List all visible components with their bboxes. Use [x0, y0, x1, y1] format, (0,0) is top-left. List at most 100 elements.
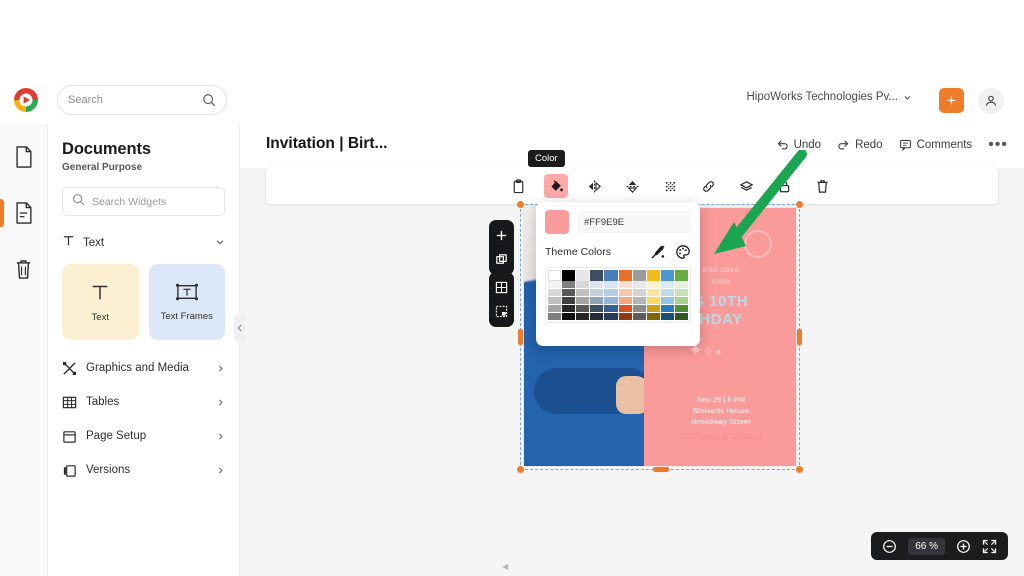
color-swatch[interactable]: [674, 305, 688, 312]
comments-button[interactable]: Comments: [899, 138, 972, 151]
resize-handle-bottom-right[interactable]: [796, 466, 803, 473]
color-swatch[interactable]: [548, 270, 562, 281]
color-swatch[interactable]: [604, 313, 618, 320]
brand-logo-icon[interactable]: [12, 86, 40, 114]
color-swatch[interactable]: [632, 289, 646, 296]
color-swatch[interactable]: [590, 297, 604, 304]
color-swatch[interactable]: [660, 270, 674, 281]
collapse-panel-icon[interactable]: [234, 314, 245, 342]
fill-color-icon[interactable]: [544, 174, 568, 198]
color-swatch[interactable]: [632, 297, 646, 304]
current-color-swatch[interactable]: [545, 210, 569, 234]
global-search-input[interactable]: Search: [57, 85, 227, 115]
color-swatch[interactable]: [548, 289, 562, 296]
horizontal-scrollbar[interactable]: ◀ ▶: [502, 562, 1024, 571]
zoom-out-icon[interactable]: [882, 539, 897, 554]
color-swatch[interactable]: [590, 289, 604, 296]
org-selector[interactable]: HipoWorks Technologies Pv...: [747, 91, 913, 103]
color-swatch[interactable]: [590, 305, 604, 312]
zoom-level-value[interactable]: 66 %: [908, 537, 945, 555]
widget-card-text[interactable]: Text: [62, 264, 139, 340]
widget-card-text-frames[interactable]: Text Frames: [148, 264, 225, 340]
color-swatch[interactable]: [548, 313, 562, 320]
color-swatch[interactable]: [590, 270, 604, 281]
color-swatch[interactable]: [660, 281, 674, 288]
delete-icon[interactable]: [810, 174, 834, 198]
resize-handle-right[interactable]: [797, 329, 802, 345]
rail-item-document-text[interactable]: [0, 196, 44, 230]
rail-item-document-blank[interactable]: [4, 140, 44, 174]
nav-item-tables[interactable]: Tables: [62, 387, 225, 417]
flip-vertical-icon[interactable]: [620, 174, 644, 198]
color-swatch[interactable]: [674, 270, 688, 281]
color-swatch[interactable]: [562, 313, 576, 320]
fit-screen-icon[interactable]: [982, 539, 997, 554]
color-swatch[interactable]: [660, 297, 674, 304]
document-title[interactable]: Invitation | Birt...: [266, 135, 387, 153]
color-swatch[interactable]: [618, 313, 632, 320]
color-swatch[interactable]: [604, 297, 618, 304]
color-swatch[interactable]: [618, 289, 632, 296]
color-swatch[interactable]: [646, 289, 660, 296]
color-swatch[interactable]: [660, 313, 674, 320]
scroll-left-icon[interactable]: ◀: [502, 562, 508, 571]
table-icon[interactable]: [494, 280, 509, 295]
color-swatch[interactable]: [604, 305, 618, 312]
color-swatch[interactable]: [632, 313, 646, 320]
select-area-icon[interactable]: [494, 304, 509, 319]
color-swatch[interactable]: [604, 270, 618, 281]
color-swatch[interactable]: [548, 281, 562, 288]
color-swatch[interactable]: [632, 281, 646, 288]
color-swatch[interactable]: [576, 270, 590, 281]
link-icon[interactable]: [696, 174, 720, 198]
color-swatch[interactable]: [576, 305, 590, 312]
color-swatch[interactable]: [576, 281, 590, 288]
color-swatch[interactable]: [562, 289, 576, 296]
rail-item-trash[interactable]: [4, 252, 44, 286]
color-swatch[interactable]: [590, 281, 604, 288]
color-swatch[interactable]: [548, 305, 562, 312]
color-swatch[interactable]: [660, 305, 674, 312]
resize-handle-bottom-left[interactable]: [517, 466, 524, 473]
color-swatch[interactable]: [660, 289, 674, 296]
search-widgets-input[interactable]: Search Widgets: [62, 187, 225, 216]
color-swatch[interactable]: [590, 313, 604, 320]
color-swatch[interactable]: [576, 289, 590, 296]
color-swatch[interactable]: [562, 297, 576, 304]
pattern-icon[interactable]: [658, 174, 682, 198]
nav-item-page-setup[interactable]: Page Setup: [62, 421, 225, 451]
clipboard-icon[interactable]: [506, 174, 530, 198]
color-swatch[interactable]: [562, 305, 576, 312]
color-swatch[interactable]: [618, 270, 632, 281]
undo-button[interactable]: Undo: [776, 138, 821, 151]
nav-item-graphics-and-media[interactable]: Graphics and Media: [62, 353, 225, 383]
lock-icon[interactable]: [772, 174, 796, 198]
color-swatch[interactable]: [674, 297, 688, 304]
layers-icon[interactable]: [734, 174, 758, 198]
color-swatch[interactable]: [674, 313, 688, 320]
zoom-in-icon[interactable]: [956, 539, 971, 554]
redo-button[interactable]: Redo: [837, 138, 883, 151]
color-swatch[interactable]: [562, 270, 576, 281]
resize-handle-left[interactable]: [518, 329, 523, 345]
color-swatch[interactable]: [646, 313, 660, 320]
color-swatch[interactable]: [562, 281, 576, 288]
flip-horizontal-icon[interactable]: [582, 174, 606, 198]
color-swatch[interactable]: [604, 289, 618, 296]
eyedropper-off-icon[interactable]: [650, 244, 666, 260]
create-new-button[interactable]: +: [939, 88, 964, 113]
color-swatch[interactable]: [646, 281, 660, 288]
color-swatch[interactable]: [632, 305, 646, 312]
more-options-icon[interactable]: •••: [988, 136, 1008, 152]
color-swatch[interactable]: [618, 281, 632, 288]
hex-value-input[interactable]: #FF9E9E: [577, 211, 691, 233]
widget-group-text[interactable]: Text: [62, 230, 225, 256]
color-swatch[interactable]: [576, 297, 590, 304]
palette-icon[interactable]: [675, 244, 691, 260]
color-swatch[interactable]: [618, 297, 632, 304]
color-swatch[interactable]: [646, 297, 660, 304]
color-swatch[interactable]: [604, 281, 618, 288]
user-avatar-icon[interactable]: [978, 88, 1004, 114]
color-swatch[interactable]: [646, 305, 660, 312]
color-swatch[interactable]: [548, 297, 562, 304]
